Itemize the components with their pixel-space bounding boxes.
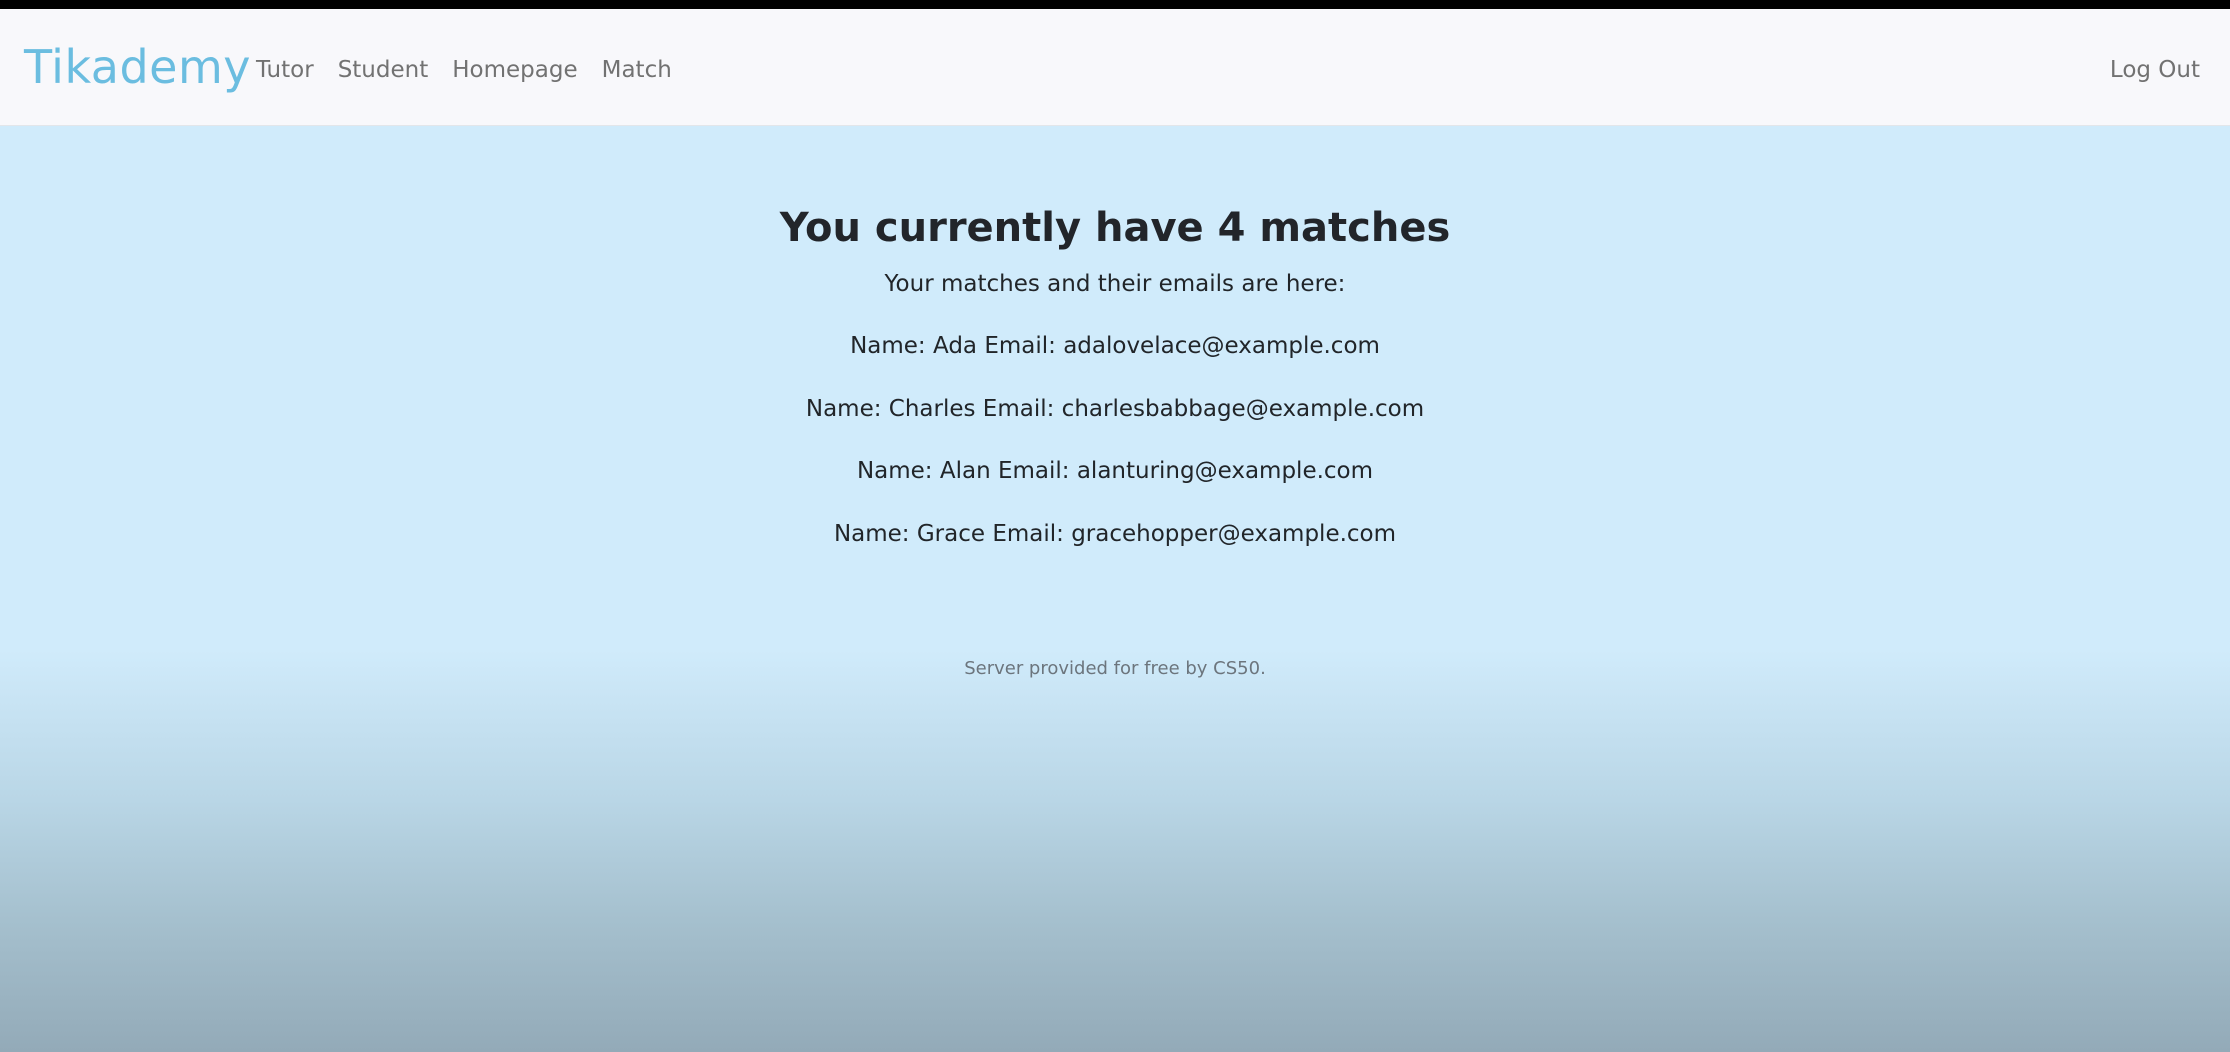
matches-subtitle: Your matches and their emails are here: — [884, 271, 1346, 297]
match-item-grace: Name: Grace Email: gracehopper@example.c… — [833, 520, 1397, 547]
top-strip — [0, 0, 2230, 9]
nav-link-homepage[interactable]: Homepage — [452, 54, 577, 86]
footer-text: Server provided for free by CS50. — [964, 658, 1266, 679]
page-title: You currently have 4 matches — [779, 205, 1451, 251]
logout-link[interactable]: Log Out — [2110, 54, 2200, 86]
match-item-alan: Name: Alan Email: alanturing@example.com — [856, 458, 1374, 484]
match-list: Name: Ada Email: adalovelace@example.com… — [0, 330, 2230, 580]
nav-link-tutor[interactable]: Tutor — [256, 54, 314, 86]
nav-links: Tutor Student Homepage Match — [256, 54, 696, 86]
nav-link-match[interactable]: Match — [602, 54, 672, 86]
nav-link-student[interactable]: Student — [338, 54, 429, 86]
navbar: Tikademy Tutor Student Homepage Match Lo… — [0, 9, 2230, 126]
brand-logo-link[interactable]: Tikademy — [24, 39, 251, 95]
match-item-charles: Name: Charles Email: charlesbabbage@exam… — [805, 395, 1425, 422]
match-item-ada: Name: Ada Email: adalovelace@example.com — [850, 333, 1380, 359]
